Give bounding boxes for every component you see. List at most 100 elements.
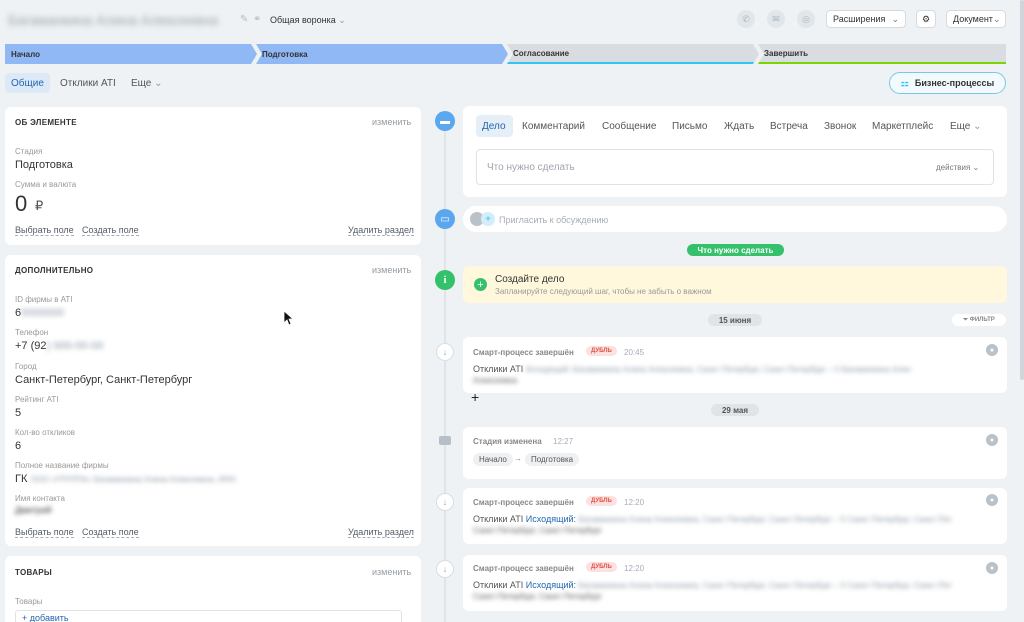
- actions-dropdown[interactable]: действия ⌄: [936, 163, 979, 172]
- phone-value: +7 (92) 000-00-00: [15, 340, 103, 352]
- event-hidden-text: Алексеевна: [473, 376, 518, 385]
- ati-id-value: 60000000: [15, 307, 64, 319]
- create-task-sub: Запланируйте следующий шаг, чтобы не заб…: [495, 287, 712, 296]
- comment-icon: ▭: [435, 209, 455, 229]
- currency-value: ₽: [35, 198, 44, 213]
- create-field-link[interactable]: Создать поле: [82, 527, 139, 538]
- tab-more[interactable]: Еще ⌄: [131, 78, 163, 89]
- edit-icon[interactable]: ✎: [240, 14, 248, 25]
- scrollbar[interactable]: [1020, 0, 1024, 380]
- stage-field-value: Подготовка: [15, 159, 73, 171]
- document-label: Документ: [953, 14, 993, 24]
- event-text: Отклики ATI: [473, 514, 524, 524]
- invite-placeholder: Пригласить к обсуждению: [499, 215, 609, 225]
- phone-icon[interactable]: ✆: [737, 10, 755, 28]
- about-change-link[interactable]: изменить: [372, 117, 411, 127]
- arrow-down-icon: ↓: [436, 343, 454, 361]
- create-field-link[interactable]: Создать поле: [82, 225, 139, 236]
- gear-icon[interactable]: ⚙: [916, 10, 936, 28]
- event-time: 12:27: [553, 437, 574, 446]
- business-processes-label: Бизнес-процессы: [914, 78, 995, 88]
- composer-tab-wait[interactable]: Ждать: [724, 121, 754, 132]
- todo-pill: Что нужно сделать: [687, 244, 784, 256]
- date-pill: 29 мая: [711, 404, 759, 416]
- filter-label: ФИЛЬТР: [969, 317, 995, 323]
- stage-label: Завершить: [764, 48, 809, 58]
- user-avatar-icon: ●: [986, 562, 998, 574]
- event-hidden-text: Багаманкина Алина Алексеевна, Санкт-Пете…: [578, 581, 952, 590]
- extensions-button[interactable]: Расширения ⌄: [826, 10, 906, 28]
- event-text: Отклики ATI: [473, 364, 524, 374]
- rating-value: 5: [15, 407, 22, 419]
- pick-field-link[interactable]: Выбрать поле: [15, 527, 74, 538]
- arrow-right-icon: →: [514, 454, 522, 463]
- stage-label: Согласование: [513, 48, 570, 58]
- stage-label: Подготовка: [262, 49, 308, 59]
- contact-value: Дмитрий: [15, 505, 52, 515]
- add-goods-link[interactable]: + добавить: [15, 610, 402, 622]
- stage-approval[interactable]: Согласование: [507, 44, 759, 64]
- stage-finish[interactable]: Завершить: [758, 44, 1006, 64]
- add-user-icon[interactable]: +: [481, 212, 495, 226]
- event-title: Смарт-процесс завершён: [473, 564, 574, 573]
- composer-tab-message[interactable]: Сообщение: [602, 121, 656, 132]
- tab-ati-responses[interactable]: Отклики ATI: [60, 78, 116, 89]
- chevron-down-icon: ⌄: [992, 13, 1001, 24]
- composer-tab-more[interactable]: Еще ⌄: [950, 121, 982, 132]
- composer-tab-marketplace[interactable]: Маркетплейс: [872, 121, 933, 132]
- mail-icon[interactable]: ✉: [767, 10, 785, 28]
- arrow-down-icon: ↓: [436, 493, 454, 511]
- responses-label: Кол-во откликов: [15, 428, 76, 437]
- company-label: Полное название фирмы: [15, 461, 109, 470]
- sum-field-label: Сумма и валюта: [15, 180, 77, 189]
- event-body: Отклики ATI Исходящий: Багаманкина Алина…: [473, 364, 911, 374]
- stage-label: Начало: [11, 49, 40, 59]
- ati-id-hidden: 0000000: [21, 307, 64, 319]
- plus-icon[interactable]: +: [474, 278, 487, 291]
- event-time: 12:20: [624, 564, 645, 573]
- stage-preparation[interactable]: Подготовка: [256, 44, 508, 64]
- contact-label: Имя контакта: [15, 494, 65, 503]
- delete-section-link[interactable]: Удалить раздел: [348, 225, 414, 236]
- user-avatar-icon: ●: [986, 434, 998, 446]
- duplicate-badge: ДУБЛЬ: [586, 346, 617, 356]
- pipeline-select[interactable]: Общая воронка ⌄: [270, 15, 346, 26]
- pick-field-link[interactable]: Выбрать поле: [15, 225, 74, 236]
- composer-tab-call[interactable]: Звонок: [824, 121, 856, 132]
- extra-change-link[interactable]: изменить: [372, 265, 411, 275]
- tag-icon: [436, 431, 454, 449]
- composer-tab-comment[interactable]: Комментарий: [522, 121, 585, 132]
- delete-section-link[interactable]: Удалить раздел: [348, 527, 414, 538]
- about-title: ОБ ЭЛЕМЕНТЕ: [15, 118, 77, 127]
- tab-general[interactable]: Общие: [5, 73, 50, 93]
- city-value: Санкт-Петербург, Санкт-Петербург: [15, 374, 193, 386]
- event-title: Стадия изменена: [473, 437, 542, 446]
- phone-hidden: ) 000-00-00: [46, 340, 104, 352]
- event-hidden-text: Исходящий: Багаманкина Алина Алексеевна,…: [525, 365, 911, 374]
- phone-label: Телефон: [15, 328, 49, 337]
- user-avatar-icon: ●: [986, 344, 998, 356]
- create-task-title: Создайте дело: [495, 274, 565, 285]
- goods-change-link[interactable]: изменить: [372, 567, 411, 577]
- event-link[interactable]: Исходящий:: [526, 580, 576, 590]
- event-title: Смарт-процесс завершён: [473, 348, 574, 357]
- city-label: Город: [15, 362, 37, 371]
- event-text: Отклики ATI: [473, 580, 524, 590]
- stage-start[interactable]: Начало: [5, 44, 257, 64]
- page-title: Багаманкина Алина Алексеевна: [8, 12, 218, 28]
- timeline-line: [444, 120, 446, 622]
- tab-label: Еще: [131, 78, 152, 89]
- chat-icon[interactable]: ◎: [797, 10, 815, 28]
- composer-tab-email[interactable]: Письмо: [672, 121, 707, 132]
- event-hidden-text: Санкт-Петербург, Санкт-Петербург: [473, 526, 602, 535]
- company-value: ГК ООО «ГРУППА» Багаманкина Алина Алексе…: [15, 473, 236, 485]
- business-processes-button[interactable]: ⚏ Бизнес-процессы: [889, 72, 1006, 94]
- link-icon[interactable]: ⚭: [253, 14, 261, 25]
- task-input[interactable]: Что нужно сделать: [476, 149, 994, 185]
- composer-tab-meeting[interactable]: Встреча: [770, 121, 808, 132]
- composer-tab-task[interactable]: Дело: [482, 121, 506, 132]
- document-button[interactable]: Документ ⌄: [946, 10, 1006, 28]
- filter-button[interactable]: ⏷ ФИЛЬТР: [952, 314, 1006, 326]
- stage-field-label: Стадия: [15, 147, 43, 156]
- event-link[interactable]: Исходящий:: [526, 514, 576, 524]
